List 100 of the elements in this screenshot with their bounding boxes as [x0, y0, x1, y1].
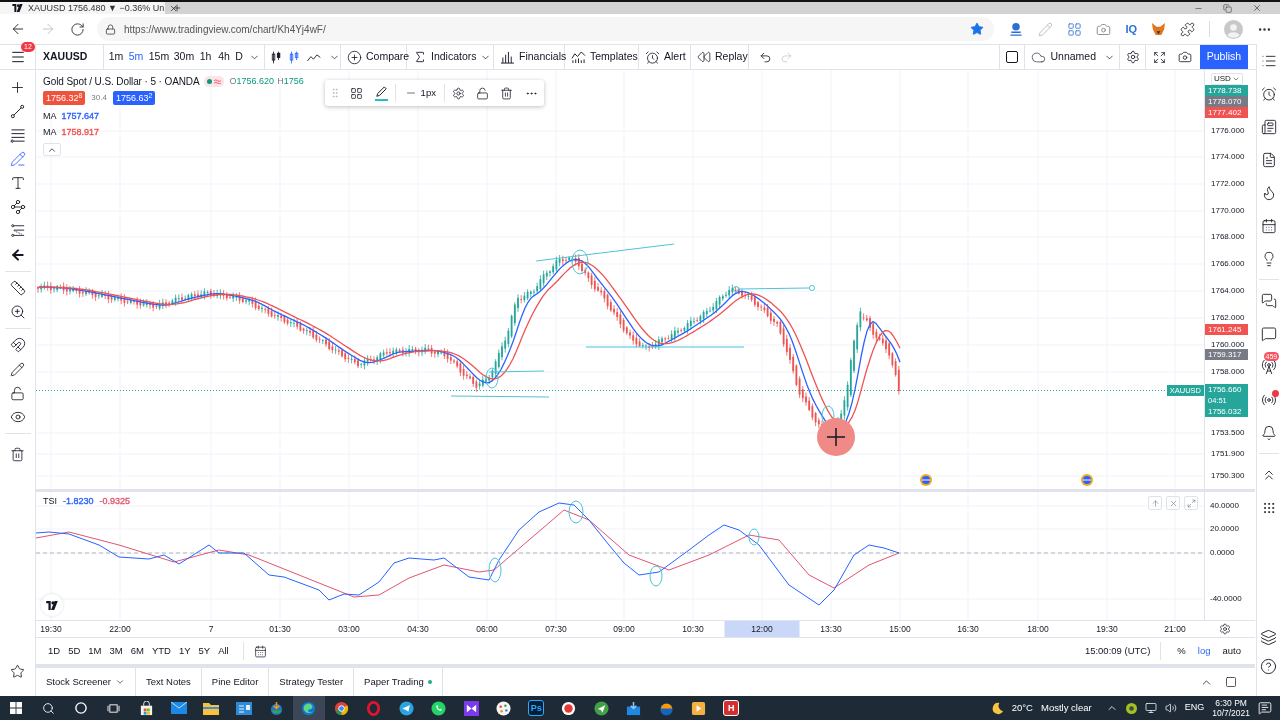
event-marker-icon[interactable]	[920, 474, 932, 486]
reload-icon[interactable]	[70, 21, 85, 37]
horizontal-lines-icon[interactable]	[9, 127, 26, 143]
currency-dropdown[interactable]: USD	[1211, 73, 1243, 85]
toolbar-button[interactable]: Alert	[639, 45, 688, 69]
measure-lines-icon[interactable]	[9, 224, 26, 238]
calendar-goto-icon[interactable]	[253, 644, 267, 658]
chat-bubbles-icon[interactable]	[1260, 292, 1277, 309]
menu-icon[interactable]	[9, 49, 26, 65]
bookmark-star-icon[interactable]	[970, 22, 985, 36]
swirl-browser-icon[interactable]	[301, 700, 317, 716]
back-icon[interactable]	[10, 21, 26, 37]
task-view-icon[interactable]	[107, 702, 121, 714]
close-icon[interactable]	[1252, 3, 1262, 13]
range-button[interactable]: All	[214, 641, 233, 661]
paper-plane-disc-icon[interactable]	[398, 700, 414, 716]
record-button-icon[interactable]	[561, 700, 577, 716]
text-tool-icon[interactable]	[9, 175, 26, 191]
star-icon[interactable]	[10, 664, 25, 679]
camera-icon[interactable]	[1096, 21, 1112, 37]
app-tile-icon[interactable]: H	[723, 700, 740, 716]
fullscreen-icon[interactable]	[1152, 50, 1166, 64]
language-indicator[interactable]: ENG	[1184, 701, 1205, 715]
address-field[interactable]: https://www.tradingview.com/chart/Kh4Yj4wF/	[97, 17, 995, 41]
buy-price-button[interactable]: 1756.63$^{2}$	[112, 91, 156, 105]
nodes-icon[interactable]	[9, 199, 26, 215]
interval-button[interactable]: 1m	[106, 45, 126, 69]
ruler-icon[interactable]	[9, 280, 26, 296]
lock-open-icon[interactable]	[10, 385, 25, 401]
toolbar-button[interactable]: Templates	[565, 45, 640, 69]
interval-button[interactable]: D	[233, 45, 245, 69]
candles-icon[interactable]	[289, 49, 300, 65]
search-icon[interactable]	[42, 701, 56, 715]
range-button[interactable]: 1M	[84, 641, 106, 661]
network-icon[interactable]	[1144, 702, 1157, 714]
layers-icon[interactable]	[1260, 628, 1277, 646]
scale-mode-button[interactable]: auto	[1216, 643, 1247, 659]
interval-button[interactable]: 30m	[172, 45, 196, 69]
folder-icon[interactable]	[203, 701, 220, 715]
dots-grid-icon[interactable]	[1261, 500, 1276, 515]
magnet-icon[interactable]	[9, 337, 26, 353]
half-disc-icon[interactable]	[658, 700, 674, 716]
speaker-icon[interactable]	[1164, 702, 1177, 714]
template-icon[interactable]	[349, 86, 363, 100]
calendar-icon[interactable]	[1260, 217, 1277, 234]
puzzle-icon[interactable]	[1180, 21, 1195, 37]
range-button[interactable]: 3M	[105, 641, 127, 661]
chat-bubble-icon[interactable]	[1260, 325, 1277, 342]
publish-button[interactable]: Publish	[1200, 45, 1248, 69]
layout-button[interactable]: Unnamed	[1025, 45, 1120, 69]
envelope-icon[interactable]	[170, 702, 187, 714]
camera-icon[interactable]	[1178, 50, 1192, 64]
event-marker-icon[interactable]	[1081, 474, 1093, 486]
interval-button[interactable]: 4h	[215, 45, 233, 69]
alarm-clock-icon[interactable]	[1260, 85, 1277, 102]
windows-logo-icon[interactable]	[10, 702, 23, 714]
undo-icon[interactable]	[759, 50, 772, 64]
trash-icon[interactable]	[10, 446, 25, 462]
settings-icon[interactable]	[452, 86, 465, 100]
range-button[interactable]: 5Y	[194, 641, 215, 661]
scale-mode-button[interactable]: log	[1191, 643, 1217, 659]
newspaper-icon[interactable]	[1260, 118, 1277, 135]
pencil-lock-icon[interactable]	[10, 361, 25, 377]
interval-button[interactable]: 15m	[146, 45, 172, 69]
app-tile-icon[interactable]: Ps	[528, 700, 545, 716]
tri-color-circle-icon[interactable]	[333, 700, 349, 716]
line-chart-icon[interactable]	[307, 52, 321, 62]
interval-button[interactable]: 1h	[196, 45, 215, 69]
fox-head-icon[interactable]	[1151, 22, 1166, 36]
tray-app-icon[interactable]	[1125, 702, 1137, 714]
range-button[interactable]: 5D	[64, 641, 85, 661]
document-icon[interactable]	[1260, 151, 1277, 168]
play-tile-icon[interactable]	[691, 700, 707, 716]
brush-icon[interactable]	[9, 151, 26, 167]
lock-open-icon[interactable]	[475, 86, 489, 100]
bow-tile-icon[interactable]	[463, 700, 479, 716]
range-button[interactable]: 1D	[44, 641, 65, 661]
bell-icon[interactable]	[1260, 424, 1277, 441]
range-button[interactable]: YTD	[147, 641, 175, 661]
eye-icon[interactable]	[9, 409, 26, 425]
bars-icon[interactable]	[271, 49, 282, 65]
window-tile-icon[interactable]	[235, 701, 252, 715]
maximize-icon[interactable]	[1225, 676, 1237, 688]
settings-icon[interactable]	[1219, 623, 1231, 635]
toolbar-button[interactable]: Replay	[691, 45, 750, 69]
range-button[interactable]: 6M	[126, 641, 148, 661]
radio-tower-icon[interactable]	[1260, 358, 1277, 375]
scale-mode-button[interactable]: %	[1171, 643, 1192, 659]
checkbox-square-icon[interactable]	[1006, 51, 1019, 63]
trend-line-icon[interactable]	[10, 103, 25, 119]
range-button[interactable]: 1Y	[174, 641, 195, 661]
pencil-color-icon[interactable]	[373, 85, 389, 101]
dotted-disc-icon[interactable]	[496, 700, 512, 716]
person-badge-icon[interactable]	[1008, 21, 1025, 37]
notification-icon[interactable]	[1258, 701, 1272, 715]
grid-icon[interactable]	[1067, 21, 1083, 37]
help-icon[interactable]	[1260, 657, 1277, 675]
toolbar-button[interactable]: Compare	[341, 45, 412, 69]
shopping-bag-icon[interactable]	[138, 700, 154, 716]
extension-button[interactable]: IQ	[1125, 20, 1137, 38]
